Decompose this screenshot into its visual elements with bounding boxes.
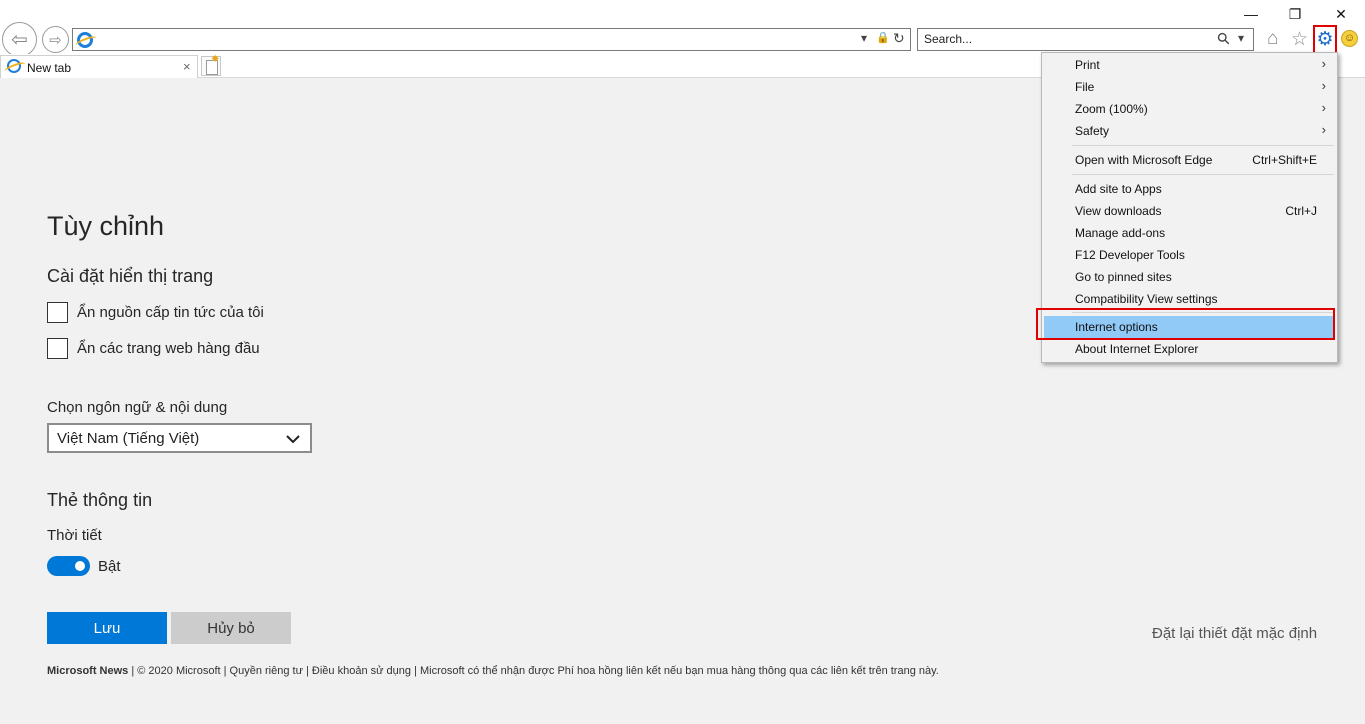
- arrow-right-icon: ⇨: [49, 31, 62, 49]
- refresh-icon[interactable]: ↻: [893, 30, 905, 47]
- menu-item-label: Manage add-ons: [1075, 226, 1166, 240]
- menu-item-manage-add-ons[interactable]: Manage add-ons: [1044, 222, 1335, 244]
- menu-item-label: File: [1075, 80, 1095, 94]
- menu-item-view-downloads[interactable]: View downloads Ctrl+J: [1044, 200, 1335, 222]
- home-icon[interactable]: ⌂: [1267, 28, 1278, 50]
- menu-item-label: Open with Microsoft Edge: [1075, 153, 1213, 167]
- gear-icon: ⚙: [1316, 29, 1334, 50]
- menu-item-label: Add site to Apps: [1075, 182, 1162, 196]
- new-tab-button[interactable]: [201, 54, 221, 76]
- close-window-button[interactable]: ✕: [1327, 4, 1355, 24]
- checkbox-row-hide-top-sites[interactable]: Ẩn các trang web hàng đầu: [47, 338, 260, 359]
- tab-new-tab[interactable]: New tab ×: [0, 55, 198, 78]
- address-dropdown-icon[interactable]: ▾: [861, 31, 867, 45]
- chevron-right-icon: ›: [1321, 56, 1326, 71]
- back-button[interactable]: ⇦: [2, 22, 37, 57]
- language-select-value: Việt Nam (Tiếng Việt): [57, 429, 200, 447]
- page-title: Tùy chỉnh: [47, 211, 165, 241]
- menu-item-safety[interactable]: Safety ›: [1044, 120, 1335, 142]
- menu-item-label: Safety: [1075, 124, 1110, 138]
- reset-defaults-link[interactable]: Đặt lại thiết đặt mặc định: [1152, 625, 1317, 642]
- chevron-right-icon: ›: [1321, 122, 1326, 137]
- tab-label: New tab: [27, 61, 72, 75]
- tab-close-icon[interactable]: ×: [183, 59, 191, 74]
- checkbox-label: Ẩn các trang web hàng đầu: [77, 340, 260, 357]
- search-dropdown-icon[interactable]: ▾: [1238, 31, 1244, 45]
- weather-toggle-label: Bật: [98, 558, 121, 575]
- section-heading-info-cards: Thẻ thông tin: [47, 490, 153, 510]
- tools-button[interactable]: ⚙: [1313, 25, 1337, 54]
- menu-item-label: About Internet Explorer: [1075, 342, 1199, 356]
- menu-item-label: F12 Developer Tools: [1075, 248, 1185, 262]
- menu-item-label: Go to pinned sites: [1075, 270, 1172, 284]
- ie-logo-icon: [7, 59, 21, 73]
- chevron-right-icon: ›: [1321, 78, 1326, 93]
- forward-button[interactable]: ⇨: [42, 26, 69, 53]
- checkbox-row-hide-news[interactable]: Ẩn nguồn cấp tin tức của tôi: [47, 302, 264, 323]
- lock-icon[interactable]: 🔒: [876, 31, 890, 44]
- menu-item-label: Print: [1075, 58, 1100, 72]
- chevron-down-icon: [286, 435, 300, 444]
- menu-item-print[interactable]: Print ›: [1044, 54, 1335, 76]
- weather-label: Thời tiết: [47, 527, 102, 544]
- search-box[interactable]: ⚲ ▾: [917, 28, 1254, 51]
- menu-item-shortcut: Ctrl+J: [1285, 204, 1317, 218]
- save-button[interactable]: Lưu: [47, 612, 167, 644]
- smiley-feedback-icon[interactable]: ☺: [1341, 30, 1358, 47]
- cancel-button[interactable]: Hủy bỏ: [171, 612, 291, 644]
- menu-item-f12-developer-tools[interactable]: F12 Developer Tools: [1044, 244, 1335, 266]
- menu-separator: [1072, 174, 1334, 175]
- annotation-highlight-box: [1036, 308, 1335, 340]
- weather-toggle[interactable]: [47, 556, 90, 576]
- hide-top-sites-checkbox[interactable]: [47, 338, 68, 359]
- menu-item-shortcut: Ctrl+Shift+E: [1252, 153, 1317, 167]
- search-input[interactable]: [924, 32, 1204, 46]
- toggle-knob: [75, 561, 85, 571]
- language-label: Chọn ngôn ngữ & nội dung: [47, 399, 228, 416]
- hide-news-checkbox[interactable]: [47, 302, 68, 323]
- ie-logo-icon: [77, 32, 93, 48]
- menu-item-label: Compatibility View settings: [1075, 292, 1218, 306]
- menu-item-label: Zoom (100%): [1075, 102, 1148, 116]
- chevron-right-icon: ›: [1321, 100, 1326, 115]
- checkbox-label: Ẩn nguồn cấp tin tức của tôi: [77, 304, 264, 321]
- footer: Microsoft News | © 2020 Microsoft | Quyề…: [47, 665, 939, 677]
- section-heading-display: Cài đặt hiển thị trang: [47, 266, 214, 286]
- menu-item-zoom[interactable]: Zoom (100%) ›: [1044, 98, 1335, 120]
- search-icon[interactable]: ⚲: [1213, 28, 1235, 50]
- restore-button[interactable]: ❐: [1281, 4, 1309, 24]
- menu-item-compatibility-view[interactable]: Compatibility View settings: [1044, 288, 1335, 310]
- footer-text: | © 2020 Microsoft | Quyền riêng tư | Đi…: [128, 665, 939, 677]
- address-bar[interactable]: ▾ 🔒 ↻: [72, 28, 911, 51]
- language-select[interactable]: Việt Nam (Tiếng Việt): [47, 423, 312, 453]
- menu-item-go-to-pinned-sites[interactable]: Go to pinned sites: [1044, 266, 1335, 288]
- menu-item-about-ie[interactable]: About Internet Explorer: [1044, 338, 1335, 360]
- arrow-left-icon: ⇦: [11, 29, 28, 51]
- menu-separator: [1072, 145, 1334, 146]
- favorites-star-icon[interactable]: ☆: [1291, 28, 1308, 51]
- menu-item-open-with-edge[interactable]: Open with Microsoft Edge Ctrl+Shift+E: [1044, 149, 1335, 171]
- menu-item-file[interactable]: File ›: [1044, 76, 1335, 98]
- menu-item-label: View downloads: [1075, 204, 1162, 218]
- footer-brand[interactable]: Microsoft News: [47, 665, 128, 677]
- minimize-button[interactable]: —: [1237, 4, 1265, 24]
- menu-item-add-site-to-apps[interactable]: Add site to Apps: [1044, 178, 1335, 200]
